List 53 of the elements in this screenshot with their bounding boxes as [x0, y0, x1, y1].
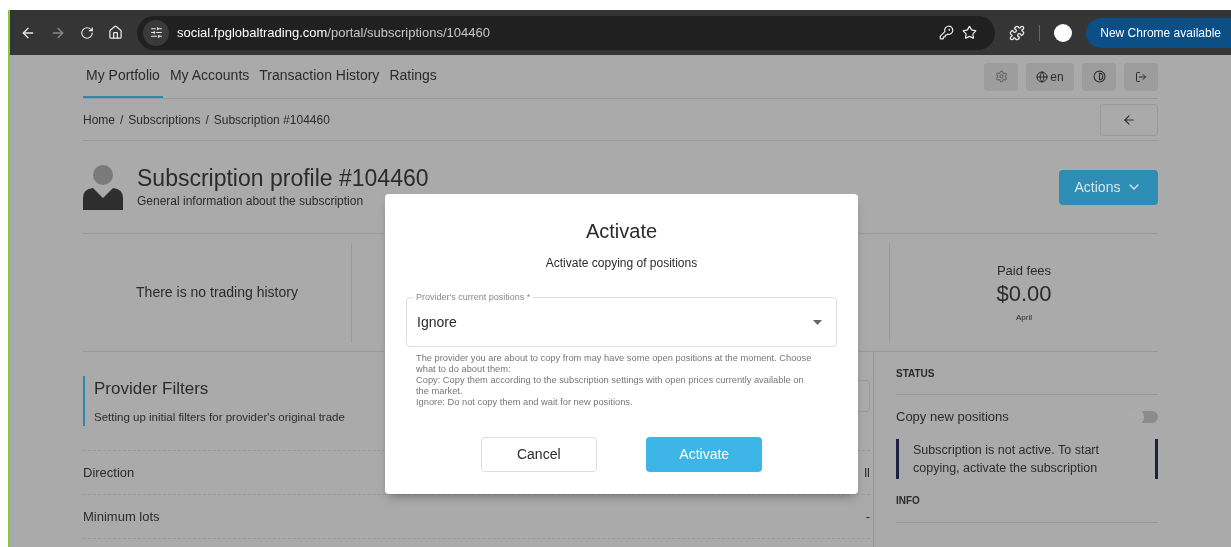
breadcrumb-separator: /	[205, 111, 209, 129]
help-text: Copy: Copy them according to the subscription settings with open prices currently available on the market.	[416, 375, 805, 397]
dialog-subtitle: Activate copying of positions	[545, 255, 698, 272]
select-value: Ignore	[417, 312, 457, 332]
empty-history-text: There is no trading history	[136, 283, 298, 302]
status-heading: STATUS	[896, 366, 935, 381]
globe-icon	[1036, 70, 1049, 83]
breadcrumb-link[interactable]: Subscriptions	[128, 110, 201, 129]
breadcrumb-link[interactable]: Subscription #104460	[213, 110, 330, 129]
nav-tab[interactable]: Ratings	[386, 55, 440, 98]
inactive-notice: Subscription is not active. To start copying, activate the subscription	[896, 439, 1158, 479]
toggle-label: Copy new positions	[896, 408, 1009, 427]
filter-label: Direction	[83, 463, 135, 482]
dropdown-caret-icon	[813, 319, 822, 325]
url-text: social.fpglobaltrading.com/portal/subscriptions/104460	[177, 23, 491, 42]
breadcrumb-separator: /	[120, 111, 124, 129]
star-icon[interactable]	[962, 25, 978, 40]
fees-label: Paid fees	[996, 261, 1052, 280]
logout-button[interactable]	[1124, 62, 1158, 91]
nav-tab[interactable]: Transaction History	[256, 55, 383, 98]
help-text: Ignore: Do not copy them and wait for new positions.	[416, 397, 634, 408]
dialog-title: Activate	[585, 219, 658, 244]
logout-icon	[1135, 70, 1147, 83]
nav-tab[interactable]: My Portfolio	[83, 55, 163, 98]
key-icon[interactable]	[939, 25, 955, 40]
cancel-button[interactable]: Cancel	[480, 437, 597, 472]
filter-value: ll	[863, 463, 870, 482]
puzzle-icon[interactable]	[1009, 24, 1026, 41]
select-label: Provider's current positions *	[413, 291, 534, 305]
section-title: Provider Filters	[94, 377, 210, 400]
help-text: The provider you are about to copy from may have some open positions at the moment. Choose what to do about them:	[416, 353, 813, 375]
fees-period: April	[1016, 312, 1032, 325]
contrast-icon	[1092, 70, 1106, 83]
info-heading: INFO	[896, 494, 920, 508]
profile-avatar[interactable]	[1054, 23, 1073, 42]
language-button[interactable]: en	[1026, 62, 1074, 91]
update-button[interactable]: New Chrome available	[1086, 17, 1231, 48]
site-settings-icon[interactable]	[143, 19, 169, 46]
user-avatar-icon	[83, 164, 123, 210]
home-icon[interactable]	[108, 25, 123, 40]
fees-value: $0.00	[996, 280, 1052, 309]
nav-tab[interactable]: My Accounts	[166, 55, 253, 98]
reload-icon[interactable]	[80, 25, 94, 40]
address-bar[interactable]: social.fpglobaltrading.com/portal/subscriptions/104460	[137, 15, 996, 50]
copy-toggle[interactable]	[1132, 411, 1158, 423]
section-subtitle: Setting up initial filters for provider's original trade	[94, 410, 345, 426]
filter-label: Minimum lots	[83, 507, 160, 526]
filter-value: -	[864, 507, 870, 526]
page-subtitle: General information about the subscription	[137, 193, 365, 210]
contrast-button[interactable]	[1082, 62, 1116, 91]
breadcrumb-link[interactable]: Home	[83, 110, 115, 129]
page-title: Subscription profile #104460	[137, 164, 429, 192]
gear-icon	[994, 70, 1008, 83]
